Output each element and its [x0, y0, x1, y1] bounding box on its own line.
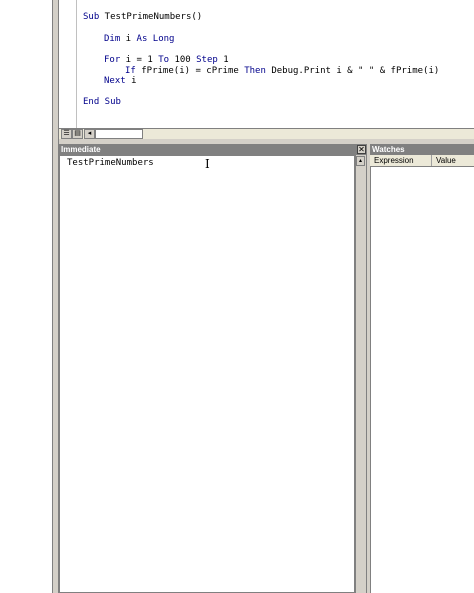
horizontal-scrollbar[interactable] [95, 129, 143, 139]
scroll-left-icon[interactable]: ◂ [84, 129, 95, 139]
immediate-window-titlebar[interactable]: Immediate ✕ [59, 144, 368, 155]
watch-column-value[interactable]: Value [432, 155, 474, 166]
immediate-window-title: Immediate [61, 145, 101, 154]
full-module-view-icon[interactable]: ▤ [72, 129, 83, 139]
code-margin-indicator-bar[interactable] [59, 0, 77, 128]
watches-window-title: Watches [372, 145, 405, 154]
watches-window-titlebar[interactable]: Watches [370, 144, 474, 155]
watch-column-expression[interactable]: Expression [370, 155, 432, 166]
text-cursor-icon: I [205, 157, 210, 171]
code-line-sub-declaration[interactable]: Sub TestPrimeNumbers() [83, 12, 202, 23]
procedure-view-icon[interactable]: ☰ [61, 129, 72, 139]
code-line-dim[interactable]: Dim i As Long [104, 34, 174, 45]
watches-list[interactable] [370, 167, 474, 593]
code-line-if[interactable]: If fPrime(i) = cPrime Then Debug.Print i… [125, 66, 439, 77]
code-line-for[interactable]: For i = 1 To 100 Step 1 [104, 55, 229, 66]
code-line-next[interactable]: Next i [104, 76, 137, 87]
immediate-window-content[interactable]: TestPrimeNumbers [67, 158, 154, 169]
immediate-window-body[interactable] [59, 155, 355, 593]
scroll-up-icon[interactable]: ▴ [356, 156, 365, 166]
close-icon[interactable]: ✕ [357, 145, 366, 154]
vertical-scrollbar[interactable] [355, 155, 366, 593]
watches-column-header: Expression Value [370, 155, 474, 167]
code-line-end-sub[interactable]: End Sub [83, 97, 121, 108]
window-frame-left [52, 0, 59, 593]
